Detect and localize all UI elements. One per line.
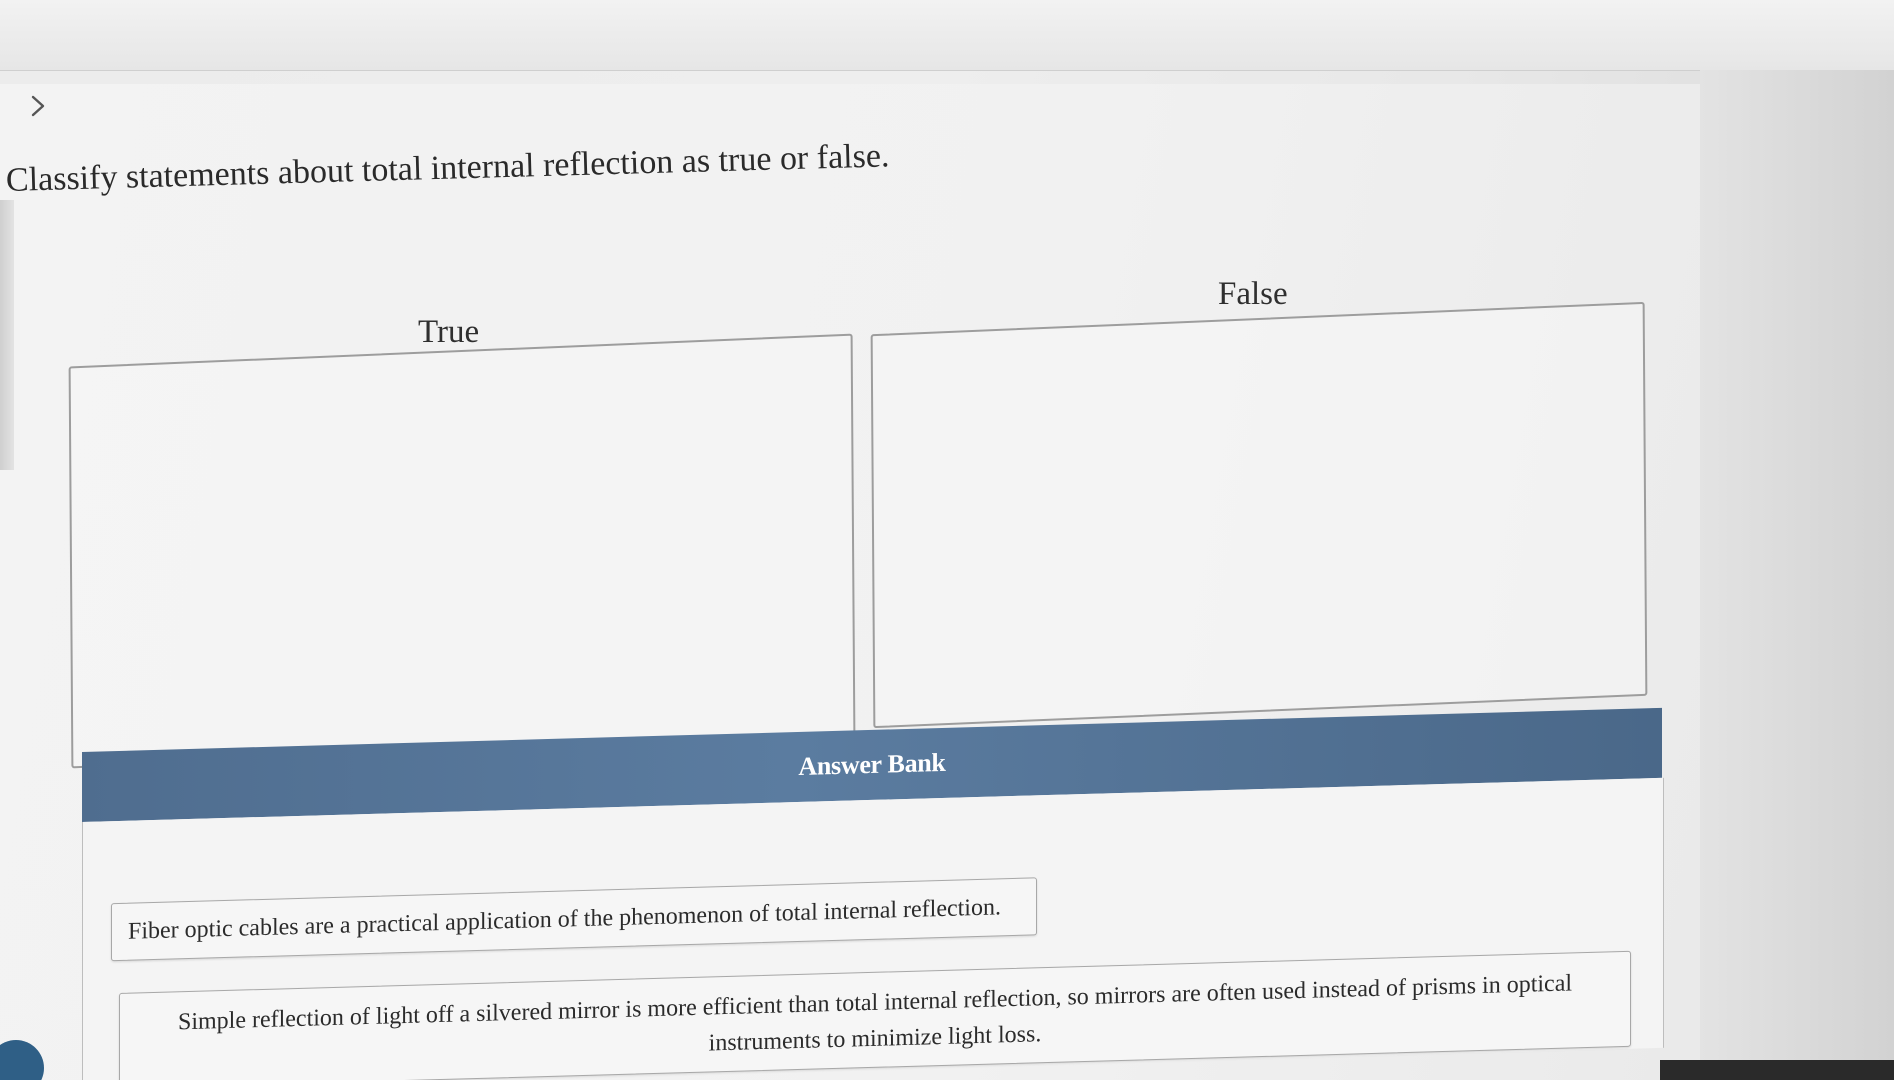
left-edge-strip <box>0 200 14 470</box>
false-drop-zone[interactable] <box>870 301 1648 729</box>
true-drop-zone[interactable] <box>68 333 856 769</box>
dark-edge <box>1660 1060 1894 1080</box>
answer-bank-title: Answer Bank <box>798 747 946 781</box>
page: Classify statements about total internal… <box>0 0 1894 1080</box>
answer-card-fiber-optic[interactable]: Fiber optic cables are a practical appli… <box>111 877 1037 962</box>
top-strip <box>0 0 1894 71</box>
answer-bank-body: Fiber optic cables are a practical appli… <box>82 777 1664 1080</box>
answer-card-text: Fiber optic cables are a practical appli… <box>128 893 1001 945</box>
chevron-right-icon[interactable] <box>24 92 52 120</box>
answer-bank: Answer Bank Fiber optic cables are a pra… <box>82 707 1664 1080</box>
false-column-title: False <box>1218 276 1288 312</box>
answer-card-text: Simple reflection of light off a silvere… <box>177 970 1573 1057</box>
right-margin <box>1700 70 1894 1080</box>
true-column-title: True <box>418 314 480 350</box>
